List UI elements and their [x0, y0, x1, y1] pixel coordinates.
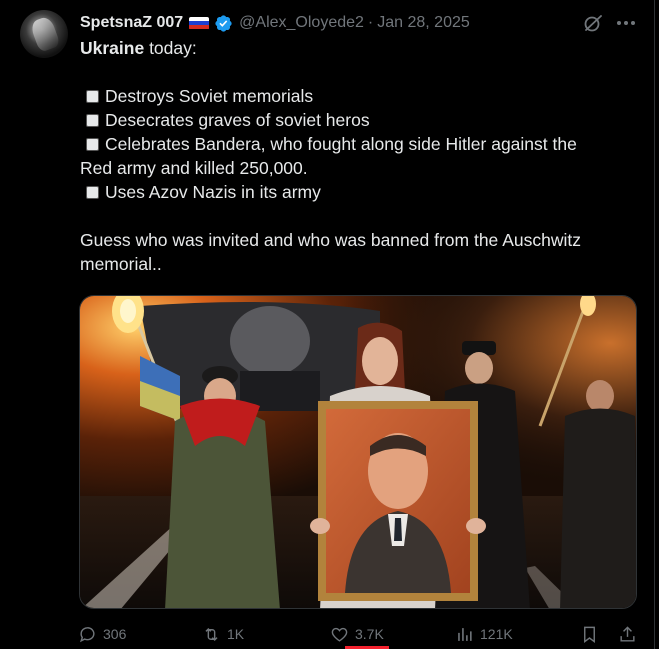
list-item: Celebrates Bandera, who fought along sid…: [80, 132, 640, 156]
closing-line: Guess who was invited and who was banned…: [80, 230, 581, 250]
reply-count: 306: [103, 626, 127, 642]
list-item: Uses Azov Nazis in its army: [80, 180, 640, 204]
bookmark-icon: [584, 626, 595, 644]
views-icon: [458, 628, 472, 641]
separator-dot: ·: [367, 14, 374, 31]
display-name[interactable]: SpetsnaZ 007: [80, 14, 183, 32]
views-button[interactable]: 121K: [455, 625, 513, 644]
avatar[interactable]: [20, 10, 68, 58]
like-count: 3.7K: [355, 626, 384, 642]
checkbox-icon: [86, 186, 99, 199]
post-text: Ukraine today: Destroys Soviet memorials…: [80, 36, 640, 276]
reply-icon: [79, 627, 95, 643]
reply-button[interactable]: 306: [78, 625, 126, 644]
grok-icon[interactable]: [583, 13, 603, 33]
list-item-continuation: Red army and killed 250,000.: [80, 158, 308, 178]
lead-bold: Ukraine: [80, 38, 145, 58]
verified-badge-icon[interactable]: [214, 14, 233, 33]
timeline-border: [654, 0, 655, 649]
post-image[interactable]: [79, 295, 637, 609]
list-item: Desecrates graves of soviet heros: [80, 108, 640, 132]
checkbox-icon: [86, 114, 99, 127]
bookmark-button[interactable]: [580, 625, 605, 644]
lead-rest: today:: [144, 38, 197, 58]
more-icon[interactable]: [616, 20, 636, 26]
repost-button[interactable]: 1K: [202, 625, 244, 644]
post-date[interactable]: Jan 28, 2025: [377, 14, 470, 32]
closing-line: memorial..: [80, 254, 162, 274]
checkbox-icon: [86, 90, 99, 103]
author-handle[interactable]: @Alex_Oloyede2: [239, 14, 364, 32]
share-icon: [620, 626, 635, 642]
views-count: 121K: [480, 626, 513, 642]
lead-line: Ukraine today:: [80, 36, 640, 60]
like-button[interactable]: 3.7K: [330, 625, 384, 644]
heart-icon: [331, 627, 348, 642]
repost-icon: [205, 627, 218, 642]
checkbox-icon: [86, 138, 99, 151]
torchlight-march-photo: [80, 296, 636, 608]
share-button[interactable]: [618, 625, 643, 644]
russia-flag-icon: [189, 16, 210, 30]
list-item: Destroys Soviet memorials: [80, 84, 640, 108]
action-bar: 306 1K 3.7K 121K: [0, 622, 659, 649]
post-header: SpetsnaZ 007 @Alex_Oloyede2 · Jan 28, 20…: [80, 12, 470, 34]
repost-count: 1K: [227, 626, 245, 642]
